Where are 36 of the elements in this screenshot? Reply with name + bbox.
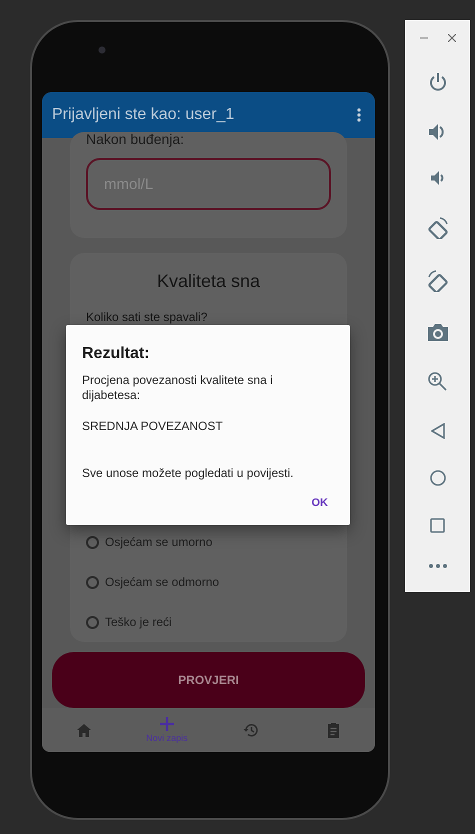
ok-button[interactable]: OK [306,493,334,513]
camera-icon[interactable] [428,324,448,341]
nav-label: Novi zapis [146,733,188,743]
clipboard-icon [326,722,340,738]
minimize-icon[interactable] [420,37,428,39]
option-label: Osjećam se odmorno [105,575,220,589]
option-label: Osjećam se umorno [105,535,212,549]
overflow-menu-icon[interactable] [357,108,361,122]
close-icon[interactable] [448,34,456,42]
plus-icon [160,717,174,731]
check-button[interactable]: PROVJERI [52,652,365,708]
app-bar-title: Prijavljeni ste kao: user_1 [52,106,234,124]
radio-button[interactable] [86,536,99,548]
history-icon [242,723,258,737]
dialog-note: Sve unose možete pogledati u povijesti. [82,466,294,481]
rotate-left-icon[interactable] [426,216,448,239]
power-icon[interactable] [428,73,446,92]
option-label: Teško je reći [105,615,172,629]
dialog-result: SREDNJA POVEZANOST [82,419,224,434]
radio-button[interactable] [86,616,99,628]
zoom-in-icon[interactable] [428,372,447,392]
dialog-title: Rezultat: [82,345,151,363]
question-text: Koliko sati ste spavali? [86,310,208,324]
rotate-right-icon[interactable] [426,270,448,292]
home-circle-icon[interactable] [430,470,446,486]
field-label: Nakon buđenja: [86,132,186,146]
home-icon [76,724,91,736]
radio-button[interactable] [86,576,99,588]
more-icon[interactable] [428,564,446,568]
volume-up-icon[interactable] [428,124,446,140]
overview-square-icon[interactable] [430,518,445,533]
volume-down-icon[interactable] [431,171,444,186]
camera-icon [98,46,106,54]
dialog-message: Procjena povezanosti kvalitete sna i dijabetesa: [82,373,274,403]
card-title: Kvaliteta sna [156,271,260,292]
back-icon[interactable] [430,422,444,439]
